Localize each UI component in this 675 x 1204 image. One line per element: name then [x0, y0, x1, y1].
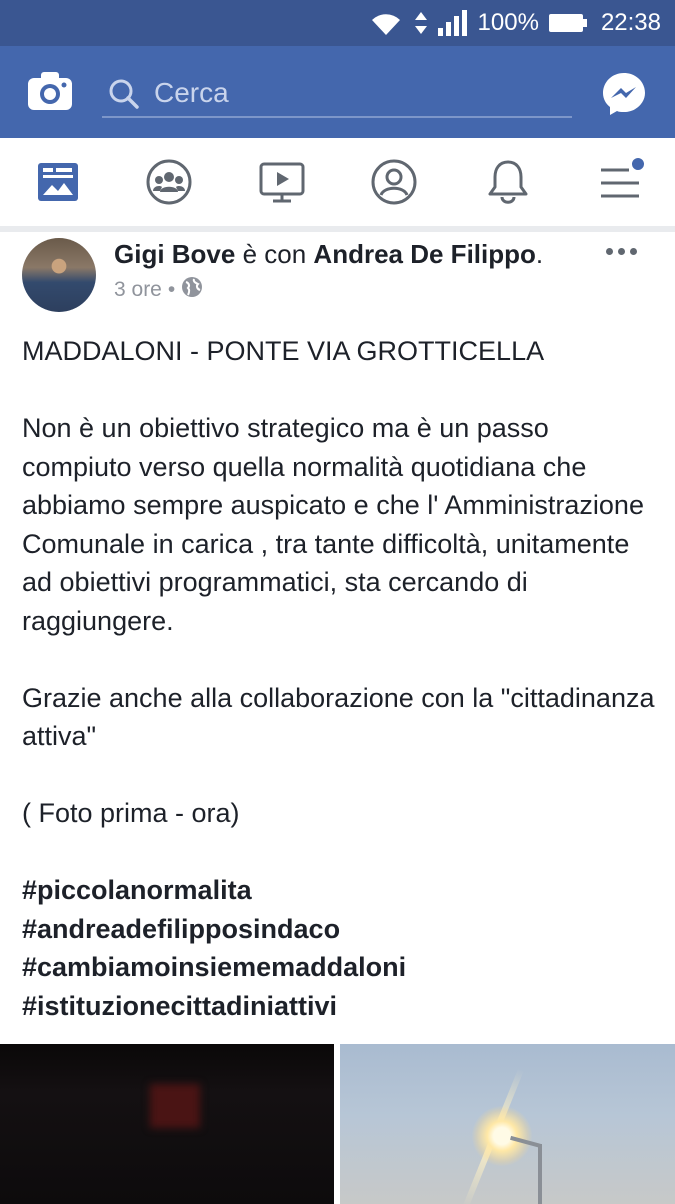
- avatar[interactable]: [22, 238, 96, 312]
- photo-street-lamp-glow: [472, 1106, 532, 1166]
- hashtag-link[interactable]: #piccolanormalita: [22, 871, 662, 910]
- dot: [606, 247, 613, 255]
- app-header: [0, 46, 675, 138]
- post-photo-before[interactable]: [0, 1044, 334, 1204]
- tagged-name[interactable]: Andrea De Filippo: [313, 239, 535, 269]
- search-box[interactable]: [102, 68, 572, 118]
- camera-icon[interactable]: [26, 70, 74, 112]
- more-options-button[interactable]: [606, 244, 642, 258]
- menu-icon[interactable]: [594, 156, 646, 208]
- post-photo-after[interactable]: [340, 1044, 675, 1204]
- post-text: MADDALONI - PONTE VIA GROTTICELLA Non è …: [22, 332, 662, 1025]
- profile-icon[interactable]: [368, 156, 420, 208]
- nav-bar: [0, 138, 675, 227]
- post-paragraph-2: Grazie anche alla collaborazione con la …: [22, 682, 655, 752]
- meta-separator: •: [167, 278, 176, 301]
- post-meta: 3 ore •: [114, 276, 203, 304]
- header-period: .: [535, 239, 544, 269]
- post-time[interactable]: 3 ore: [114, 278, 162, 302]
- search-icon: [108, 78, 140, 115]
- status-bar: 100% 22:38: [0, 0, 675, 46]
- data-arrows-icon: [414, 11, 428, 35]
- notification-dot: [630, 156, 646, 172]
- post-paragraph-1: Non è un obiettivo strategico ma è un pa…: [22, 413, 644, 636]
- photo-light-spot: [150, 1084, 200, 1128]
- notifications-icon[interactable]: [482, 156, 534, 208]
- author-name[interactable]: Gigi Bove: [114, 239, 235, 269]
- messenger-icon[interactable]: [600, 70, 648, 118]
- hashtag-link[interactable]: #cambiamoinsiememaddaloni: [22, 948, 662, 987]
- post-title: MADDALONI - PONTE VIA GROTTICELLA: [22, 336, 545, 366]
- signal-icon: [437, 10, 468, 36]
- hashtag-link[interactable]: #andreadefilipposindaco: [22, 910, 662, 949]
- groups-icon[interactable]: [143, 156, 195, 208]
- post-paragraph-3: ( Foto prima - ora): [22, 798, 240, 828]
- with-text: è con: [235, 239, 314, 269]
- hashtag-link[interactable]: #istituzionecittadiniattivi: [22, 987, 662, 1026]
- post-header: Gigi Bove è con Andrea De Filippo.: [114, 236, 543, 272]
- dot: [618, 247, 625, 255]
- globe-icon: [181, 276, 203, 304]
- clock: 22:38: [600, 9, 661, 36]
- battery-icon: [548, 14, 587, 32]
- post: Gigi Bove è con Andrea De Filippo. 3 ore…: [0, 232, 675, 1204]
- battery-percent: 100%: [477, 9, 539, 36]
- photo-lamp-pole: [538, 1144, 542, 1204]
- search-input[interactable]: [152, 72, 556, 114]
- watch-icon[interactable]: [256, 156, 308, 208]
- dot: [630, 247, 637, 255]
- wifi-icon: [368, 9, 404, 37]
- news-feed-icon[interactable]: [32, 156, 84, 208]
